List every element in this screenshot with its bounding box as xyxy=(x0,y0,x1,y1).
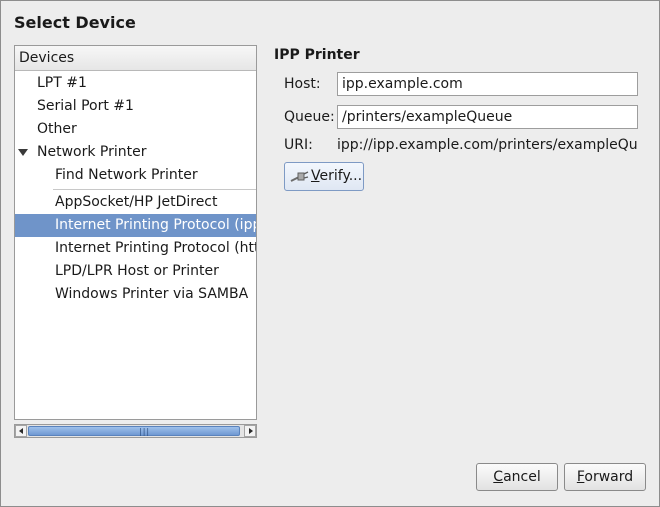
device-item-network-printer[interactable]: Network Printer xyxy=(15,141,256,164)
device-item-label: Internet Printing Protocol (ipp) xyxy=(55,217,256,233)
device-item-label: Windows Printer via SAMBA xyxy=(55,286,249,302)
device-item-label: Internet Printing Protocol (https) xyxy=(55,240,256,256)
device-item-serial-port1[interactable]: Serial Port #1 xyxy=(15,95,256,118)
device-item-ipp[interactable]: Internet Printing Protocol (ipp) xyxy=(15,214,256,237)
devices-list[interactable]: Devices LPT #1 Serial Port #1 Other Netw… xyxy=(14,45,257,420)
device-item-label: Network Printer xyxy=(37,144,147,160)
device-item-other[interactable]: Other xyxy=(15,118,256,141)
cancel-label: Cancel xyxy=(493,469,541,485)
device-item-label: Other xyxy=(37,121,77,137)
device-item-label: Serial Port #1 xyxy=(37,98,134,114)
devices-horizontal-scrollbar[interactable]: ||| xyxy=(14,424,257,438)
verify-label: Verify... xyxy=(311,168,363,184)
device-list-separator xyxy=(53,189,256,190)
queue-input[interactable] xyxy=(337,105,638,129)
device-item-label: AppSocket/HP JetDirect xyxy=(55,194,218,210)
devices-column-header[interactable]: Devices xyxy=(15,46,256,71)
device-item-samba[interactable]: Windows Printer via SAMBA xyxy=(15,283,256,306)
cancel-button[interactable]: Cancel xyxy=(476,463,558,491)
scrollbar-thumb[interactable]: ||| xyxy=(28,426,240,436)
scroll-left-button[interactable] xyxy=(15,425,27,437)
arrow-left-icon xyxy=(19,428,23,434)
select-device-dialog: Select Device Devices LPT #1 Serial Port… xyxy=(0,0,660,507)
device-item-lpd-lpr[interactable]: LPD/LPR Host or Printer xyxy=(15,260,256,283)
uri-value: ipp://ipp.example.com/printers/exampleQu… xyxy=(337,137,637,153)
verify-button[interactable]: Verify... xyxy=(284,162,364,191)
queue-label: Queue: xyxy=(284,109,335,125)
expander-down-icon[interactable] xyxy=(18,149,28,156)
device-item-https[interactable]: Internet Printing Protocol (https) xyxy=(15,237,256,260)
device-item-label: Find Network Printer xyxy=(55,167,198,183)
device-item-lpt1[interactable]: LPT #1 xyxy=(15,72,256,95)
forward-button[interactable]: Forward xyxy=(564,463,646,491)
arrow-right-icon xyxy=(249,428,253,434)
host-label: Host: xyxy=(284,76,321,92)
forward-label: Forward xyxy=(576,469,634,485)
host-input[interactable] xyxy=(337,72,638,96)
device-item-find-network-printer[interactable]: Find Network Printer xyxy=(15,164,256,187)
plug-icon xyxy=(290,171,309,182)
device-item-appsocket[interactable]: AppSocket/HP JetDirect xyxy=(15,191,256,214)
dialog-title: Select Device xyxy=(14,13,136,32)
device-item-label: LPD/LPR Host or Printer xyxy=(55,263,219,279)
section-title: IPP Printer xyxy=(274,47,360,63)
uri-text: ipp://ipp.example.com/printers/exampleQu… xyxy=(337,137,637,153)
grip-icon: ||| xyxy=(139,427,151,436)
uri-label: URI: xyxy=(284,137,313,153)
device-item-label: LPT #1 xyxy=(37,75,87,91)
scroll-right-button[interactable] xyxy=(244,425,256,437)
